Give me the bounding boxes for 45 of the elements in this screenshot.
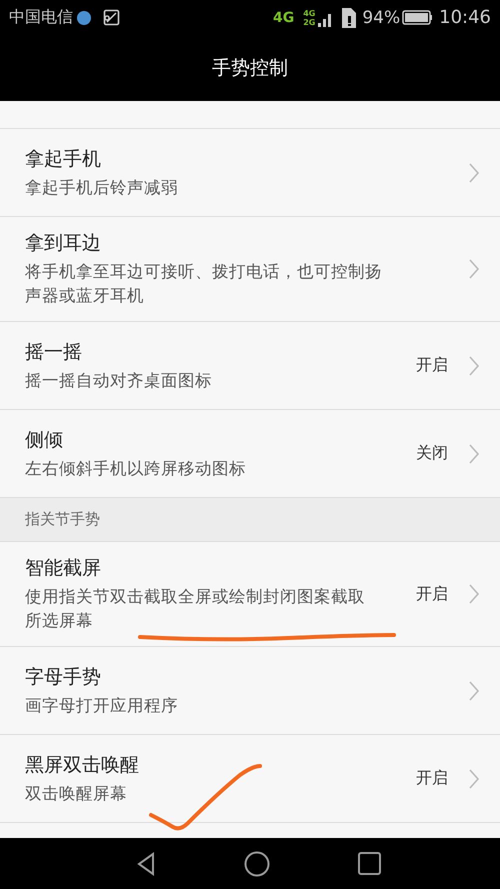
settings-row[interactable]: 黑屏双击唤醒 双击唤醒屏幕 开启: [0, 735, 500, 823]
settings-row[interactable]: 智能截屏 使用指关节双击截取全屏或绘制封闭图案截取所选屏幕 开启: [0, 542, 500, 647]
status-value: 开启: [416, 768, 448, 789]
row-description: 左右倾斜手机以跨屏移动图标: [25, 458, 247, 480]
back-icon[interactable]: [136, 852, 156, 876]
home-icon[interactable]: [244, 850, 270, 876]
image-icon: [103, 9, 120, 26]
chevron-right-icon: [468, 258, 480, 280]
clock-time: 10:46: [439, 7, 491, 28]
row-description: 双击唤醒屏幕: [25, 782, 128, 804]
row-description: 摇一摇自动对齐桌面图标: [25, 370, 213, 392]
status-value: 开启: [416, 355, 448, 376]
network-label: 4G: [272, 10, 294, 26]
row-title: 智能截屏: [25, 556, 101, 581]
status-value: 关闭: [416, 443, 448, 464]
row-description: 画字母打开应用程序: [25, 694, 179, 716]
sim-card-icon: [341, 6, 358, 28]
settings-row[interactable]: 拿到耳边 将手机拿至耳边可接听、拨打电话，也可控制扬声器或蓝牙耳机: [0, 217, 500, 322]
status-value: 开启: [416, 584, 448, 604]
row-title: 侧倾: [25, 428, 63, 452]
carrier-name: 中国电信: [9, 7, 73, 28]
chevron-right-icon: [468, 442, 480, 464]
settings-row[interactable]: 拿起手机 拿起手机后铃声减弱: [0, 129, 500, 217]
row-description: 将手机拿至耳边可接听、拨打电话，也可控制扬声器或蓝牙耳机: [25, 261, 383, 307]
row-title: 字母手势: [25, 664, 101, 690]
network-label: 2G: [303, 18, 316, 26]
section-header: 指关节手势: [0, 498, 500, 542]
settings-row[interactable]: 字母手势 画字母打开应用程序: [0, 647, 500, 735]
chevron-right-icon: [468, 162, 480, 184]
network-label: 4G: [303, 8, 316, 18]
chevron-right-icon: [468, 583, 480, 605]
row-description: 使用指关节双击截取全屏或绘制封闭图案截取所选屏幕: [25, 586, 365, 632]
chevron-right-icon: [468, 354, 480, 376]
row-description: 拿起手机后铃声减弱: [25, 176, 179, 198]
row-title: 黑屏双击唤醒: [25, 752, 139, 778]
row-title: 拿到耳边: [25, 231, 101, 256]
row-title: 拿起手机: [25, 146, 101, 172]
settings-row[interactable]: 摇一摇 摇一摇自动对齐桌面图标 开启: [0, 322, 500, 410]
recent-apps-icon[interactable]: [358, 852, 380, 875]
chevron-right-icon: [468, 768, 480, 790]
row-title: 摇一摇: [25, 340, 82, 364]
battery-percent: 94%: [362, 8, 400, 28]
screen-title: 手势控制: [212, 56, 288, 81]
battery-icon: [402, 10, 432, 25]
chevron-right-icon: [468, 680, 480, 702]
